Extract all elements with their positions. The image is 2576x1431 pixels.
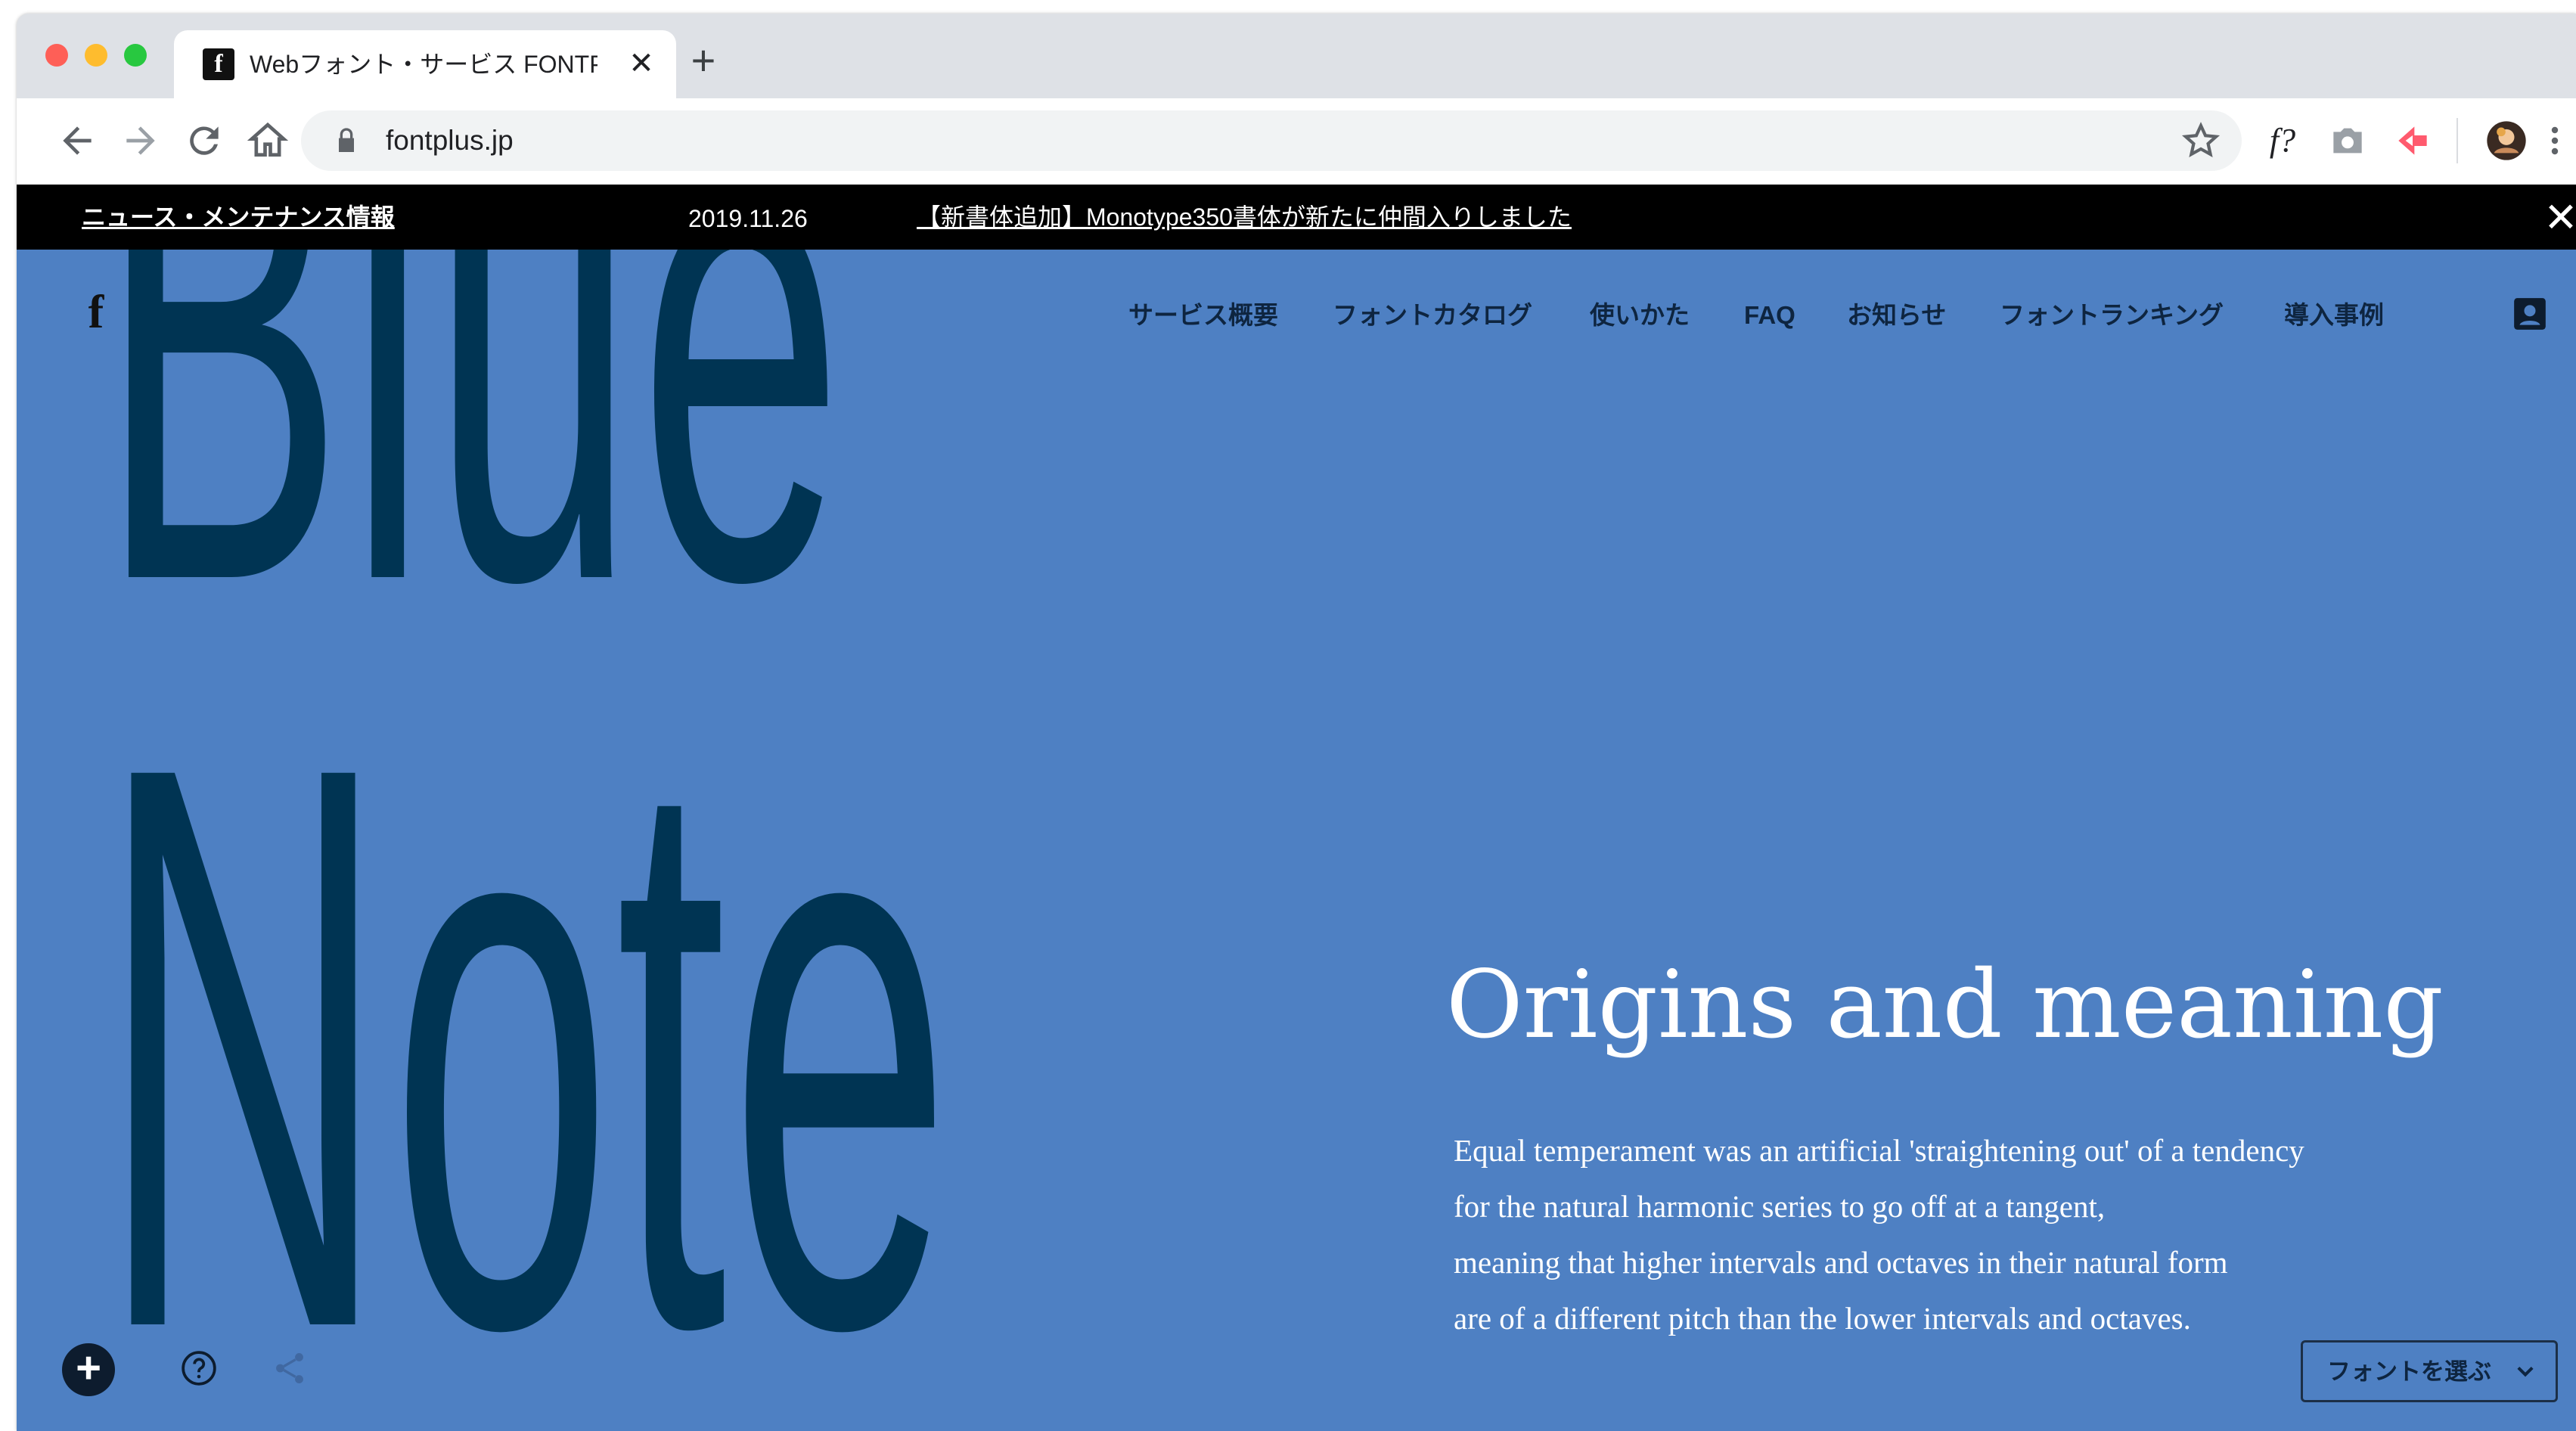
article-line: Equal temperament was an artificial 'str… — [1454, 1133, 2304, 1168]
browser-toolbar: fontplus.jp f? — [17, 98, 2576, 185]
minimize-window-button[interactable] — [85, 44, 107, 67]
font-select-dropdown[interactable]: フォントを選ぶ — [2301, 1340, 2558, 1402]
news-headline-link[interactable]: 【新書体追加】Monotype350書体が新たに仲間入りしました — [917, 198, 1572, 236]
font-question-icon[interactable]: f? — [2261, 120, 2304, 162]
font-select-label: フォントを選ぶ — [2327, 1358, 2491, 1385]
article-line: for the natural harmonic series to go of… — [1454, 1189, 2106, 1224]
news-label-link[interactable]: ニュース・メンテナンス情報 — [82, 198, 395, 236]
bookmark-star-icon[interactable] — [2180, 120, 2222, 162]
address-bar[interactable]: fontplus.jp — [301, 110, 2242, 171]
more-vert-icon[interactable] — [2540, 120, 2570, 162]
article-heading: Origins and meaning — [1446, 951, 2444, 1060]
camera-icon[interactable] — [2326, 120, 2369, 162]
article-line: are of a different pitch than the lower … — [1454, 1301, 2191, 1336]
toolbar-divider — [2457, 118, 2458, 163]
tab-strip: f Webフォント・サービス FONTPLUS ✕ + — [17, 14, 2576, 98]
add-button[interactable]: + — [62, 1343, 115, 1396]
maximize-window-button[interactable] — [124, 44, 147, 67]
article-line: meaning that higher intervals and octave… — [1454, 1245, 2228, 1280]
article-body: Equal temperament was an artificial 'str… — [1454, 1122, 2497, 1346]
nav-item-how-to-use[interactable]: 使いかた — [1590, 296, 1690, 334]
close-tab-icon[interactable]: ✕ — [625, 47, 658, 80]
new-tab-button[interactable]: + — [682, 39, 725, 82]
forward-arrow-icon[interactable] — [119, 120, 162, 162]
news-bar: ニュース・メンテナンス情報 2019.11.26 【新書体追加】Monotype… — [17, 185, 2576, 250]
favicon-icon: f — [203, 48, 234, 80]
nav-item-service-overview[interactable]: サービス概要 — [1128, 296, 1278, 334]
nav-item-font-catalog[interactable]: フォントカタログ — [1333, 296, 1532, 334]
main-nav: サービス概要 フォントカタログ 使いかた FAQ お知らせ フォントランキング … — [17, 296, 2576, 334]
account-icon[interactable] — [2511, 295, 2549, 333]
browser-window: f Webフォント・サービス FONTPLUS ✕ + — [17, 14, 2576, 1431]
back-arrow-icon[interactable] — [56, 120, 98, 162]
lock-icon[interactable] — [331, 126, 362, 156]
hero-word-note: Note — [98, 598, 954, 1431]
profile-avatar[interactable] — [2485, 120, 2528, 162]
url-text[interactable]: fontplus.jp — [386, 120, 514, 162]
close-icon[interactable]: ✕ — [2538, 195, 2576, 241]
nav-item-case-studies[interactable]: 導入事例 — [2284, 296, 2384, 334]
chevron-down-icon — [2509, 1355, 2542, 1388]
news-date: 2019.11.26 — [688, 205, 808, 232]
reload-icon[interactable] — [183, 120, 225, 162]
share-icon[interactable] — [271, 1349, 309, 1387]
browser-tab[interactable]: f Webフォント・サービス FONTPLUS ✕ — [174, 30, 676, 98]
close-window-button[interactable] — [45, 44, 68, 67]
tab-title: Webフォント・サービス FONTPLUS — [250, 51, 597, 78]
web-page: ニュース・メンテナンス情報 2019.11.26 【新書体追加】Monotype… — [17, 185, 2576, 1431]
nav-item-faq[interactable]: FAQ — [1744, 296, 1795, 334]
nav-item-font-ranking[interactable]: フォントランキング — [2000, 296, 2224, 334]
help-icon[interactable] — [180, 1349, 218, 1387]
screenshot-root: f Webフォント・サービス FONTPLUS ✕ + — [0, 0, 2576, 1431]
red-arrow-extension-icon[interactable] — [2391, 120, 2434, 162]
nav-item-news[interactable]: お知らせ — [1847, 296, 1946, 334]
home-icon[interactable] — [247, 120, 289, 162]
